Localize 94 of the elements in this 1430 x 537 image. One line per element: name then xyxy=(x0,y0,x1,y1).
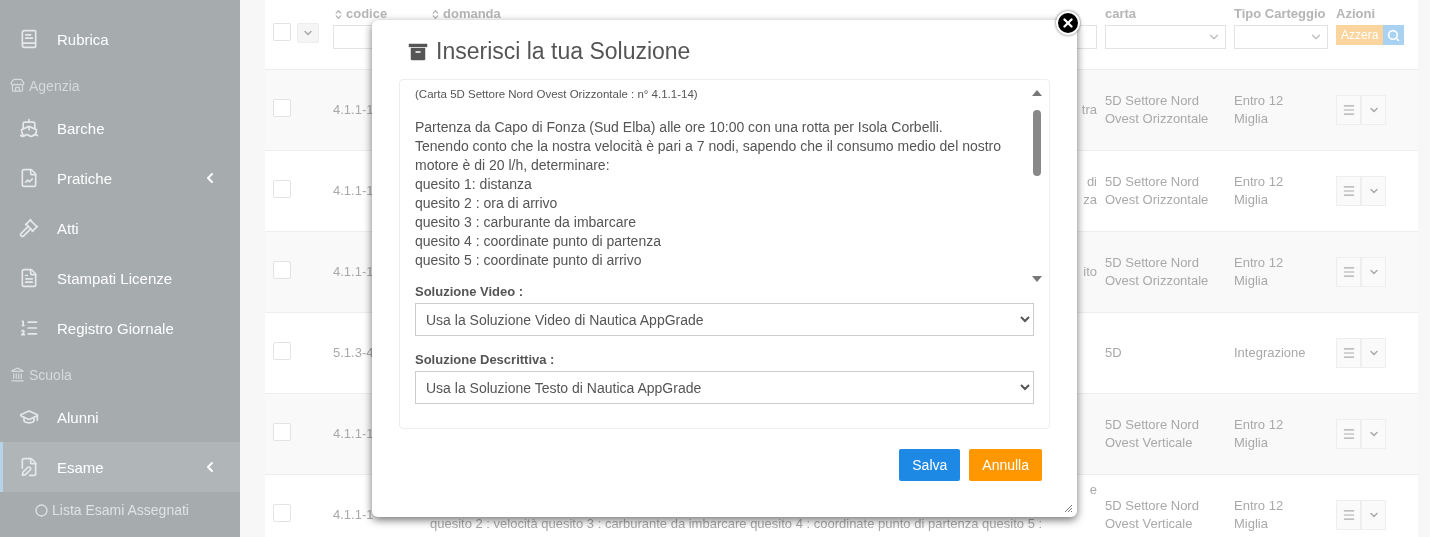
menu-button[interactable] xyxy=(1336,419,1361,449)
filter-select[interactable] xyxy=(1234,25,1328,49)
store-icon xyxy=(10,78,25,93)
table-cell-text: 5D Settore Nord Ovest Orizzontale xyxy=(1105,173,1210,209)
checkbox[interactable] xyxy=(273,180,291,198)
field-label: Soluzione Video : xyxy=(415,284,525,299)
dropdown-button[interactable] xyxy=(1361,338,1386,368)
document-chart-icon xyxy=(19,168,39,188)
cancel-button[interactable]: Annulla xyxy=(969,449,1042,481)
question-text: Partenza da Capo di Fonza (Sud Elba) alle ore 10:00 con una rotta per Isola Corbelli. xyxy=(415,118,944,137)
dropdown-button[interactable] xyxy=(1361,257,1386,287)
field-label: Soluzione Descrittiva : xyxy=(415,352,556,367)
table-cell-text: 4.1.1-1 xyxy=(333,506,375,524)
menu-icon xyxy=(1341,427,1356,441)
menu-icon xyxy=(1341,184,1356,198)
sort-icon[interactable] xyxy=(333,8,344,20)
menu-icon xyxy=(1341,265,1356,279)
dropdown-button[interactable] xyxy=(1361,419,1386,449)
sidebar-item[interactable]: Barche xyxy=(0,103,240,153)
table-cell-text: 5D Settore Nord Ovest Orizzontale xyxy=(1105,254,1210,290)
sidebar-item[interactable]: Stampati Licenze xyxy=(0,253,240,303)
menu-icon xyxy=(1341,508,1356,522)
submenu-item[interactable]: Lista Esami Assegnati xyxy=(0,490,240,530)
modal-title: Inserisci la tua Soluzione xyxy=(436,38,691,65)
resize-grip-icon[interactable] xyxy=(1064,504,1073,513)
checkbox[interactable] xyxy=(273,504,291,522)
table-cell-text: Entro 12 Miglia xyxy=(1234,173,1285,209)
table-cell-text: 5D Settore Nord Ovest Orizzontale xyxy=(1105,92,1210,128)
table-cell-text: 5D xyxy=(1105,344,1123,362)
checkbox[interactable] xyxy=(273,23,291,41)
save-button[interactable]: Salva xyxy=(899,449,961,481)
checkbox[interactable] xyxy=(273,342,291,360)
gavel-icon xyxy=(19,218,39,238)
menu-icon xyxy=(1341,346,1356,360)
reset-button[interactable]: Azzera xyxy=(1336,25,1384,45)
column-header: Tipo Carteggio xyxy=(1234,5,1326,23)
checkbox[interactable] xyxy=(273,261,291,279)
question-text: quesito 4 : coordinate punto di partenza xyxy=(415,232,662,251)
column-header: codice xyxy=(346,5,388,23)
question-text: quesito 1: distanza xyxy=(415,175,533,194)
table-cell-text: 5D Settore Nord Ovest Verticale xyxy=(1105,497,1200,533)
search-icon xyxy=(1387,28,1401,42)
sort-icon[interactable] xyxy=(430,8,441,20)
checkbox[interactable] xyxy=(273,99,291,117)
menu-button[interactable] xyxy=(1336,338,1361,368)
sidebar-item[interactable]: Esame xyxy=(0,442,240,492)
table-cell-text: Entro 12 Miglia xyxy=(1234,416,1285,452)
document-icon xyxy=(19,268,39,288)
table-cell: ito xyxy=(1083,263,1097,281)
table-cell-text: Entro 12 Miglia xyxy=(1234,254,1285,290)
book-icon xyxy=(19,29,39,49)
numbered-list-icon xyxy=(19,318,39,338)
table-cell: e xyxy=(1089,481,1097,499)
dropdown-button[interactable] xyxy=(1361,95,1386,125)
select-field[interactable]: Usa la Soluzione Video di Nautica AppGrade xyxy=(415,303,1034,336)
select-field[interactable]: Usa la Soluzione Testo di Nautica AppGrade xyxy=(415,371,1034,404)
checkbox[interactable] xyxy=(273,423,291,441)
table-cell: di xyxy=(1086,173,1097,191)
sidebar-item[interactable]: Registro Giornale xyxy=(0,303,240,353)
circle-icon xyxy=(35,503,48,517)
question-text: quesito 3 : carburante da imbarcare xyxy=(415,213,637,232)
ship-icon xyxy=(19,118,39,138)
table-cell: za xyxy=(1083,191,1097,209)
search-button[interactable] xyxy=(1383,25,1405,45)
dropdown-button[interactable] xyxy=(1361,176,1386,206)
table-cell-text: 5D Settore Nord Ovest Verticale xyxy=(1105,416,1200,452)
chart-reference: (Carta 5D Settore Nord Ovest Orizzontale : n° 4.1.1-14) xyxy=(415,88,699,100)
question-text: quesito 5 : coordinate punto di arrivo xyxy=(415,251,643,270)
sidebar-item[interactable]: Rubrica xyxy=(0,14,240,64)
building-icon xyxy=(10,367,25,382)
menu-button[interactable] xyxy=(1336,500,1361,530)
table-cell-text: Entro 12 Miglia xyxy=(1234,92,1285,128)
table-cell: quesito 2 : velocità quesito 3 : carburante da imbarcare quesito 4 : coordinate punto di partenza quesito 5 : xyxy=(430,515,1043,533)
column-header: carta xyxy=(1105,5,1137,23)
question-text: quesito 2 : ora di arrivo xyxy=(415,194,559,213)
sidebar-item[interactable]: Pratiche xyxy=(0,153,240,203)
dropdown-button[interactable] xyxy=(297,23,319,43)
menu-icon xyxy=(1341,103,1356,117)
menu-button[interactable] xyxy=(1336,176,1361,206)
menu-button[interactable] xyxy=(1336,257,1361,287)
question-text: Tenendo conto che la nostra velocità è pari a 7 nodi, sapendo che il consumo medio del nostro motore è di 20 l/h, determinare: xyxy=(415,137,1003,175)
close-icon xyxy=(1061,16,1075,30)
table-cell: tra xyxy=(1081,101,1097,119)
sidebar-item[interactable]: Atti xyxy=(0,203,240,253)
dropdown-button[interactable] xyxy=(1361,500,1386,530)
menu-button[interactable] xyxy=(1336,95,1361,125)
filter-select[interactable] xyxy=(1105,25,1226,49)
graduation-cap-icon xyxy=(19,407,39,427)
table-cell-text: Entro 12 Miglia xyxy=(1234,497,1285,533)
column-header: Azioni xyxy=(1336,5,1375,23)
document-pen-icon xyxy=(19,457,39,477)
table-cell-text: Integrazione xyxy=(1234,344,1307,362)
column-header: domanda xyxy=(443,5,501,23)
sidebar-item[interactable]: Alunni xyxy=(0,392,240,442)
